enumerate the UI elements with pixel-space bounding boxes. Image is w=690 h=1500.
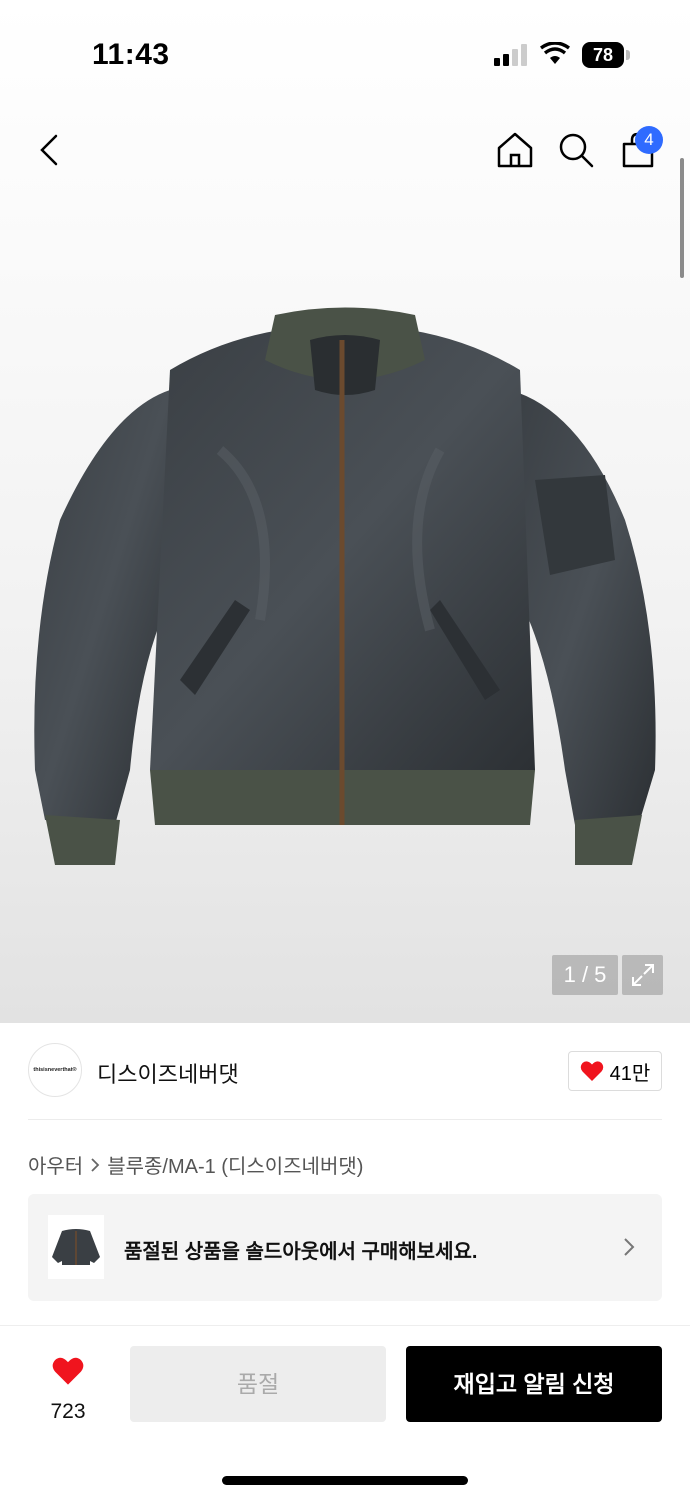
breadcrumb: 아우터 블루종/MA-1 (디스이즈네버댓) — [28, 1150, 363, 1179]
wishlist-count: 723 — [50, 1400, 86, 1423]
soldout-button: 품절 — [130, 1346, 386, 1422]
restock-alert-button[interactable]: 재입고 알림 신청 — [406, 1346, 662, 1422]
expand-icon — [631, 964, 654, 986]
home-indicator[interactable] — [222, 1476, 468, 1485]
soldout-banner[interactable]: 품절된 상품을 솔드아웃에서 구매해보세요. — [28, 1194, 662, 1301]
brand-like-count: 41만 — [609, 1062, 651, 1085]
bottom-action-bar: 723 품절 재입고 알림 신청 — [0, 1325, 690, 1500]
image-counter: 1 / 5 — [552, 955, 618, 995]
brand-row: thisisneverthat® 디스이즈네버댓 41만 — [28, 1043, 662, 1101]
search-icon — [559, 133, 594, 168]
status-bar: 11:43 78 — [0, 0, 690, 110]
brand-logo-text: thisisneverthat® — [33, 1067, 77, 1073]
search-button[interactable] — [550, 118, 602, 182]
heart-icon — [580, 1061, 603, 1081]
back-button[interactable] — [24, 118, 76, 182]
wishlist-button[interactable]: 723 — [28, 1346, 108, 1426]
battery-level: 78 — [582, 42, 624, 68]
chevron-right-icon — [624, 1238, 635, 1256]
home-button[interactable] — [489, 118, 541, 182]
chevron-right-icon — [91, 1157, 100, 1172]
cart-count-badge: 4 — [635, 126, 663, 154]
signal-icon — [494, 44, 527, 66]
home-icon — [497, 132, 533, 168]
soldout-banner-text: 품절된 상품을 솔드아웃에서 구매해보세요. — [124, 1241, 478, 1263]
heart-icon — [52, 1357, 84, 1385]
expand-button[interactable] — [622, 955, 663, 995]
battery-icon: 78 — [582, 42, 630, 68]
top-nav — [0, 118, 690, 188]
brand-logo[interactable]: thisisneverthat® — [28, 1043, 82, 1097]
breadcrumb-category[interactable]: 아우터 — [28, 1150, 83, 1179]
wifi-icon — [540, 42, 570, 64]
product-image[interactable] — [20, 300, 670, 890]
scrollbar[interactable] — [680, 158, 684, 278]
back-icon — [40, 134, 58, 166]
breadcrumb-subcategory[interactable]: 블루종/MA-1 (디스이즈네버댓) — [107, 1150, 363, 1179]
brand-name[interactable]: 디스이즈네버댓 — [97, 1057, 239, 1089]
soldout-thumbnail — [48, 1215, 104, 1279]
brand-like-button[interactable]: 41만 — [568, 1051, 662, 1091]
divider — [28, 1119, 662, 1120]
status-time: 11:43 — [92, 38, 170, 71]
